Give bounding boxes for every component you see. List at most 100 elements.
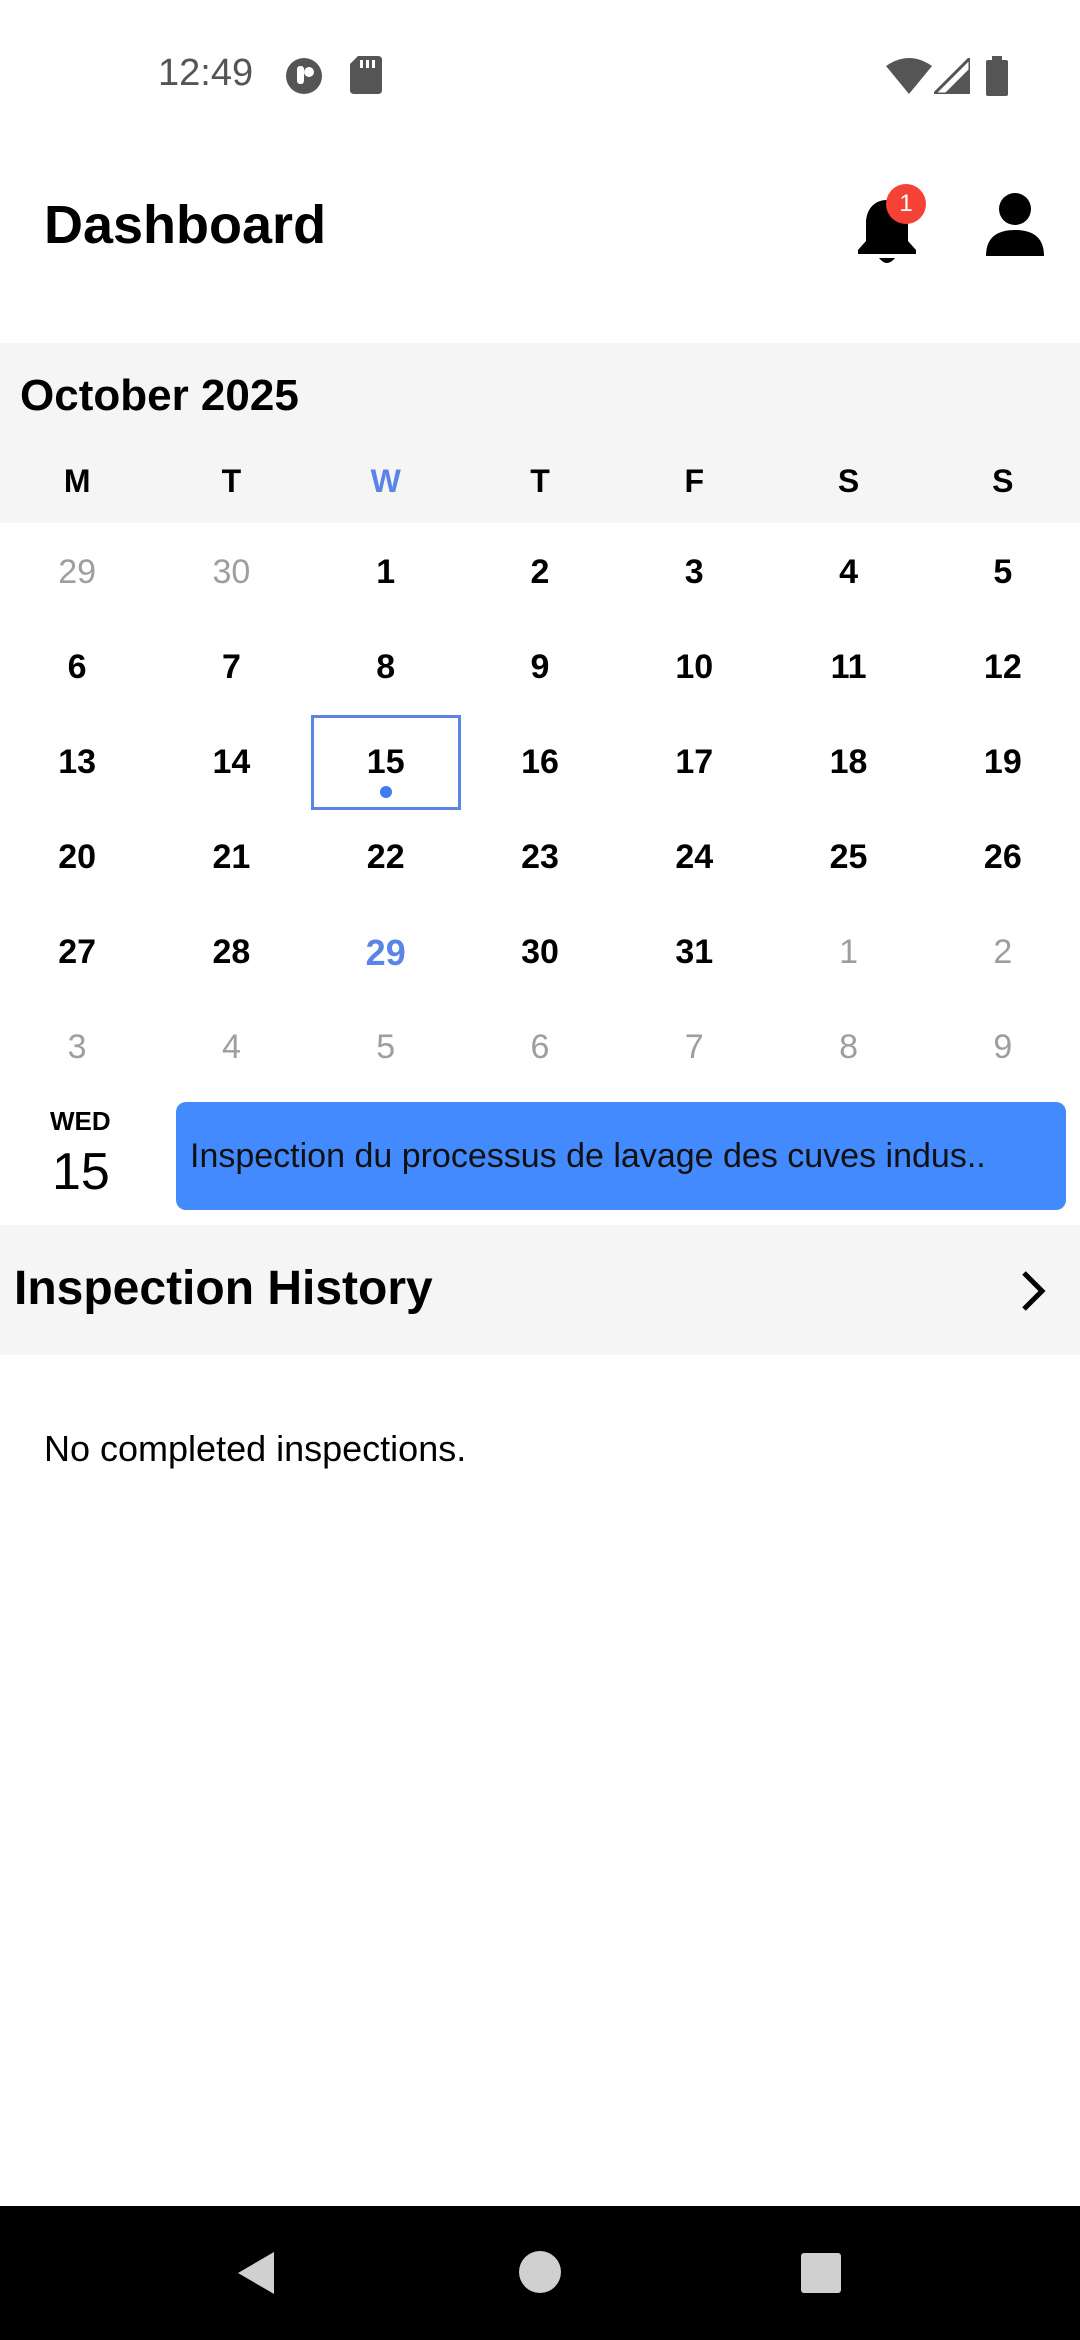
day-number: 11: [830, 648, 867, 686]
calendar-day[interactable]: 7: [154, 620, 308, 715]
calendar-day[interactable]: 24: [617, 810, 771, 905]
calendar-day[interactable]: 20: [0, 810, 154, 905]
section-title: Inspection History: [14, 1262, 433, 1315]
day-number: 3: [67, 1028, 87, 1066]
recents-icon[interactable]: [800, 2252, 842, 2294]
home-icon[interactable]: [518, 2250, 562, 2294]
status-time: 12:49: [158, 52, 254, 94]
calendar-day[interactable]: 6: [463, 1000, 617, 1095]
weekday-label: W: [370, 463, 401, 499]
day-number: 27: [58, 933, 97, 971]
calendar-day[interactable]: 3: [617, 525, 771, 620]
calendar-day[interactable]: 2: [926, 905, 1080, 1000]
day-number: 30: [521, 933, 559, 971]
calendar-day[interactable]: 30: [463, 905, 617, 1000]
event-weekday: WED: [50, 1106, 111, 1136]
day-number: 8: [376, 648, 396, 686]
calendar-day[interactable]: 4: [154, 1000, 308, 1095]
day-number: 29: [58, 553, 97, 591]
calendar-day[interactable]: 29: [0, 525, 154, 620]
day-number: 28: [212, 933, 251, 971]
day-number: 8: [839, 1028, 858, 1066]
back-icon[interactable]: [234, 2250, 276, 2296]
battery-icon: [986, 56, 1008, 101]
day-number: 4: [221, 1028, 241, 1066]
calendar-day[interactable]: 10: [617, 620, 771, 715]
day-number: 17: [675, 743, 714, 781]
calendar-day[interactable]: 9: [463, 620, 617, 715]
calendar-day[interactable]: 11: [771, 620, 925, 715]
day-number: 19: [983, 743, 1022, 781]
sd-card-icon: [350, 56, 382, 99]
calendar-day[interactable]: 4: [771, 525, 925, 620]
calendar-day[interactable]: 1: [771, 905, 925, 1000]
calendar-day-selected[interactable]: 15: [309, 715, 463, 810]
calendar-day[interactable]: 8: [309, 620, 463, 715]
calendar-day[interactable]: 5: [926, 525, 1080, 620]
calendar-day[interactable]: 30: [154, 525, 308, 620]
calendar-day[interactable]: 2: [463, 525, 617, 620]
day-number: 3: [684, 553, 704, 591]
calendar-grid: 29 30 1 2 3 4 5 6 7 8 9 10 11 12 13 14 15 16 17 18 19 20 21 22 2…: [0, 525, 1080, 1095]
calendar-day[interactable]: 12: [926, 620, 1080, 715]
calendar-day[interactable]: 6: [0, 620, 154, 715]
calendar-day[interactable]: 16: [463, 715, 617, 810]
weekday-label: T: [221, 463, 242, 499]
calendar-day[interactable]: 5: [309, 1000, 463, 1095]
profile-button[interactable]: [984, 192, 1046, 258]
calendar-day[interactable]: 13: [0, 715, 154, 810]
calendar-day[interactable]: 21: [154, 810, 308, 905]
calendar-day[interactable]: 25: [771, 810, 925, 905]
day-number: 4: [839, 553, 858, 591]
weekday-label: M: [63, 463, 91, 499]
day-number: 9: [530, 648, 550, 686]
inspection-history-header[interactable]: Inspection History: [0, 1225, 1080, 1355]
day-number: 7: [684, 1028, 704, 1066]
day-number: 21: [212, 838, 251, 876]
day-number: 1: [376, 553, 396, 591]
calendar-day-today[interactable]: 29: [309, 905, 463, 1000]
calendar-week-row: 20 21 22 23 24 25 26: [0, 810, 1080, 905]
day-number: 5: [376, 1028, 396, 1066]
page-title: Dashboard: [44, 195, 327, 255]
notification-badge: 1: [886, 184, 926, 224]
month-title[interactable]: October 2025: [20, 371, 299, 421]
day-number: 18: [829, 743, 868, 781]
calendar-header: October 2025 M T W T F S S: [0, 343, 1080, 523]
day-number: 5: [993, 553, 1013, 591]
calendar-week-row: 3 4 5 6 7 8 9: [0, 1000, 1080, 1095]
calendar-day[interactable]: 1: [309, 525, 463, 620]
calendar-week-row: 29 30 1 2 3 4 5: [0, 525, 1080, 620]
calendar-day[interactable]: 8: [771, 1000, 925, 1095]
calendar-day[interactable]: 31: [617, 905, 771, 1000]
system-nav-bar: [0, 2206, 1080, 2340]
day-number: 9: [993, 1028, 1013, 1066]
calendar-day[interactable]: 19: [926, 715, 1080, 810]
day-number: 10: [675, 648, 714, 686]
calendar-day[interactable]: 27: [0, 905, 154, 1000]
calendar-day[interactable]: 22: [309, 810, 463, 905]
weekday-label: S: [837, 463, 860, 499]
calendar-day[interactable]: 26: [926, 810, 1080, 905]
day-number: 2: [993, 933, 1013, 971]
calendar-day[interactable]: 17: [617, 715, 771, 810]
calendar-day[interactable]: 18: [771, 715, 925, 810]
calendar-day[interactable]: 28: [154, 905, 308, 1000]
day-number: 1: [839, 933, 858, 971]
wifi-icon: [886, 58, 932, 99]
day-number: 6: [67, 648, 87, 686]
app-header: Dashboard 1: [0, 150, 1080, 340]
profile-icon: [986, 193, 1044, 256]
day-number: 23: [521, 838, 559, 876]
day-number: 14: [212, 743, 251, 781]
day-number: 29: [365, 931, 406, 973]
event-card[interactable]: Inspection du processus de lavage des cu…: [176, 1102, 1066, 1210]
calendar-day[interactable]: 9: [926, 1000, 1080, 1095]
day-number: 6: [530, 1028, 550, 1066]
calendar-day[interactable]: 3: [0, 1000, 154, 1095]
calendar-day[interactable]: 23: [463, 810, 617, 905]
calendar-day[interactable]: 7: [617, 1000, 771, 1095]
weekday-label: T: [530, 463, 550, 499]
calendar-week-row: 6 7 8 9 10 11 12: [0, 620, 1080, 715]
calendar-day[interactable]: 14: [154, 715, 308, 810]
